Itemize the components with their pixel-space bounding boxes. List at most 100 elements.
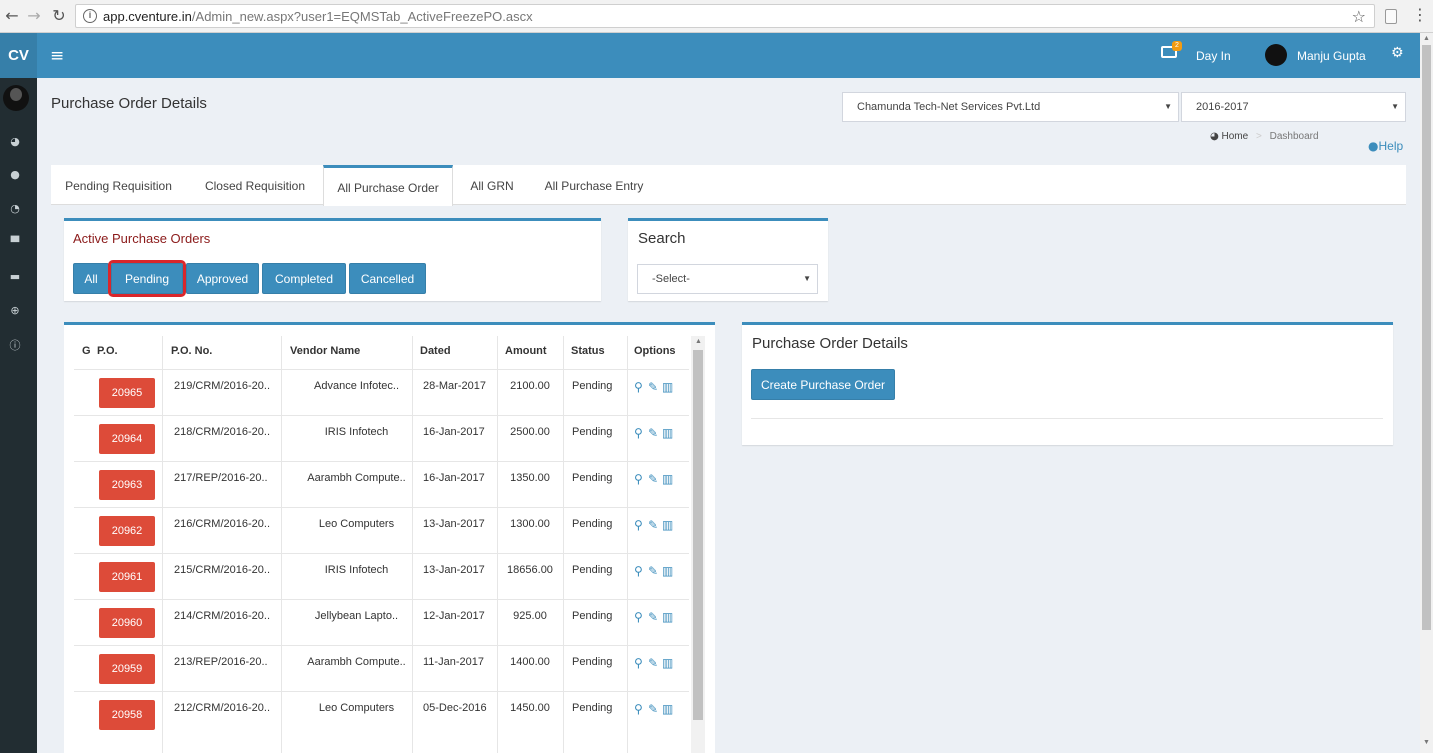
column-header-dated[interactable]: Dated [420,345,451,357]
tab-all-grn[interactable]: All GRN [459,165,525,205]
po-number-badge[interactable]: 20960 [99,608,155,638]
column-header-vendor-name[interactable]: Vendor Name [290,345,360,357]
settings-gears-icon[interactable]: ⚙ [1391,45,1404,61]
view-search-icon[interactable]: ⚲ [634,702,644,716]
po-number-badge[interactable]: 20958 [99,700,155,730]
table-scrollbar-thumb[interactable] [693,350,703,720]
po-no-cell: 213/REP/2016-20.. [174,656,268,668]
delete-trash-icon[interactable]: ▥ [662,610,674,624]
table-row[interactable]: 20961 215/CRM/2016-20.. IRIS Infotech 13-Ja… [74,553,689,599]
tab-all-purchase-entry[interactable]: All Purchase Entry [533,165,655,205]
address-bar[interactable]: i app.cventure.in/Admin_new.aspx?user1=E… [75,4,1375,28]
company-select[interactable]: Chamunda Tech-Net Services Pvt.Ltd ▼ [842,92,1179,122]
help-link[interactable]: ●Help [1368,139,1403,153]
info-circle-icon[interactable]: ⓘ [0,336,30,356]
credit-card-icon[interactable]: ▬ [0,267,30,287]
search-select[interactable]: -Select- ▼ [637,264,818,294]
scroll-down-arrow[interactable]: ▼ [1423,739,1430,746]
po-details-box: Purchase Order Details Create Purchase O… [742,322,1393,445]
filter-approved-button[interactable]: Approved [186,263,259,294]
user-avatar[interactable] [1265,44,1287,66]
table-row[interactable]: 20965 219/CRM/2016-20.. Advance Infotec.. 2… [74,369,689,415]
delete-trash-icon[interactable]: ▥ [662,472,674,486]
view-search-icon[interactable]: ⚲ [634,564,644,578]
globe-icon[interactable]: ⊕ [0,301,30,321]
filter-completed-button[interactable]: Completed [262,263,346,294]
filter-pending-button[interactable]: Pending [108,260,186,297]
column-header-status[interactable]: Status [571,345,605,357]
delete-trash-icon[interactable]: ▥ [662,564,674,578]
view-search-icon[interactable]: ⚲ [634,656,644,670]
star-icon[interactable]: ☆ [1352,7,1366,26]
filter-cancelled-button[interactable]: Cancelled [349,263,426,294]
delete-trash-icon[interactable]: ▥ [662,518,674,532]
reload-icon[interactable]: ↻ [49,6,69,26]
edit-icon[interactable]: ✎ [648,472,659,486]
edit-icon[interactable]: ✎ [648,564,659,578]
hamburger-menu-icon[interactable]: ≡ [50,46,64,66]
table-row[interactable]: 20962 216/CRM/2016-20.. Leo Computers 13-Ja… [74,507,689,553]
table-row[interactable]: 20964 218/CRM/2016-20.. IRIS Infotech 16-Ja… [74,415,689,461]
delete-trash-icon[interactable]: ▥ [662,656,674,670]
pie-chart-icon[interactable]: ◔ [0,199,30,219]
tab-closed-requisition[interactable]: Closed Requisition [192,165,318,205]
delete-trash-icon[interactable]: ▥ [662,702,674,716]
po-no-cell: 216/CRM/2016-20.. [174,518,270,530]
edit-icon[interactable]: ✎ [648,656,659,670]
po-number-badge[interactable]: 20962 [99,516,155,546]
tab-all-purchase-order[interactable]: All Purchase Order [323,165,453,206]
scroll-up-arrow[interactable]: ▲ [695,338,702,345]
page-scrollbar-thumb[interactable] [1422,45,1431,630]
day-in-link[interactable]: Day In [1196,49,1231,63]
tab-pending-requisition[interactable]: Pending Requisition [51,165,186,205]
edit-icon[interactable]: ✎ [648,610,659,624]
view-search-icon[interactable]: ⚲ [634,518,644,532]
menu-dots-icon[interactable]: ⋮ [1412,5,1428,24]
extension-icon[interactable] [1385,9,1397,24]
logo[interactable]: CV [0,33,37,78]
column-header-amount[interactable]: Amount [505,345,547,357]
table-row[interactable]: 20963 217/REP/2016-20.. Aarambh Compute.. 1… [74,461,689,507]
po-number-badge[interactable]: 20965 [99,378,155,408]
table-row[interactable]: 20958 212/CRM/2016-20.. Leo Computers 05-De… [74,691,689,737]
view-search-icon[interactable]: ⚲ [634,610,644,624]
scroll-up-arrow[interactable]: ▲ [1423,35,1430,42]
edit-icon[interactable]: ✎ [648,518,659,532]
po-number-badge[interactable]: 20961 [99,562,155,592]
vendor-name-cell: Leo Computers [318,518,395,530]
table-row[interactable]: 20959 213/REP/2016-20.. Aarambh Compute.. 1… [74,645,689,691]
po-number-badge[interactable]: 20964 [99,424,155,454]
create-purchase-order-button[interactable]: Create Purchase Order [751,369,895,400]
delete-trash-icon[interactable]: ▥ [662,380,674,394]
table-row[interactable]: 20960 214/CRM/2016-20.. Jellybean Lapto.. 1… [74,599,689,645]
edit-icon[interactable]: ✎ [648,426,659,440]
view-search-icon[interactable]: ⚲ [634,380,644,394]
column-header-g[interactable]: G [82,345,91,357]
table-scrollbar[interactable]: ▲ [691,336,705,753]
sidebar: CV ◕ ● ◔ ▀ ▬ ⊕ ⓘ [0,33,37,753]
delete-trash-icon[interactable]: ▥ [662,426,674,440]
user-icon[interactable]: ● [0,165,30,185]
po-number-badge[interactable]: 20959 [99,654,155,684]
status-cell: Pending [572,702,613,714]
edit-icon[interactable]: ✎ [648,380,659,394]
po-number-badge[interactable]: 20963 [99,470,155,500]
column-header-po[interactable]: P.O. [97,345,118,357]
year-select[interactable]: 2016-2017 ▼ [1181,92,1406,122]
column-header-po-no[interactable]: P.O. No. [171,345,212,357]
view-search-icon[interactable]: ⚲ [634,426,644,440]
info-icon[interactable]: i [83,9,97,23]
filter-all-button[interactable]: All [73,263,109,294]
breadcrumb-home[interactable]: Home [1222,131,1249,142]
dashboard-icon[interactable]: ◕ [0,132,30,152]
details-title: Purchase Order Details [752,335,908,352]
edit-icon[interactable]: ✎ [648,702,659,716]
back-arrow-icon[interactable]: ← [2,6,22,26]
dated-cell: 11-Jan-2017 [423,656,484,668]
user-name[interactable]: Manju Gupta [1297,49,1366,63]
forward-arrow-icon[interactable]: → [24,6,44,26]
column-header-options: Options [634,345,676,357]
view-search-icon[interactable]: ⚲ [634,472,644,486]
page-scrollbar[interactable]: ▲ ▼ [1420,33,1433,753]
cart-icon[interactable]: ▀ [0,233,30,253]
